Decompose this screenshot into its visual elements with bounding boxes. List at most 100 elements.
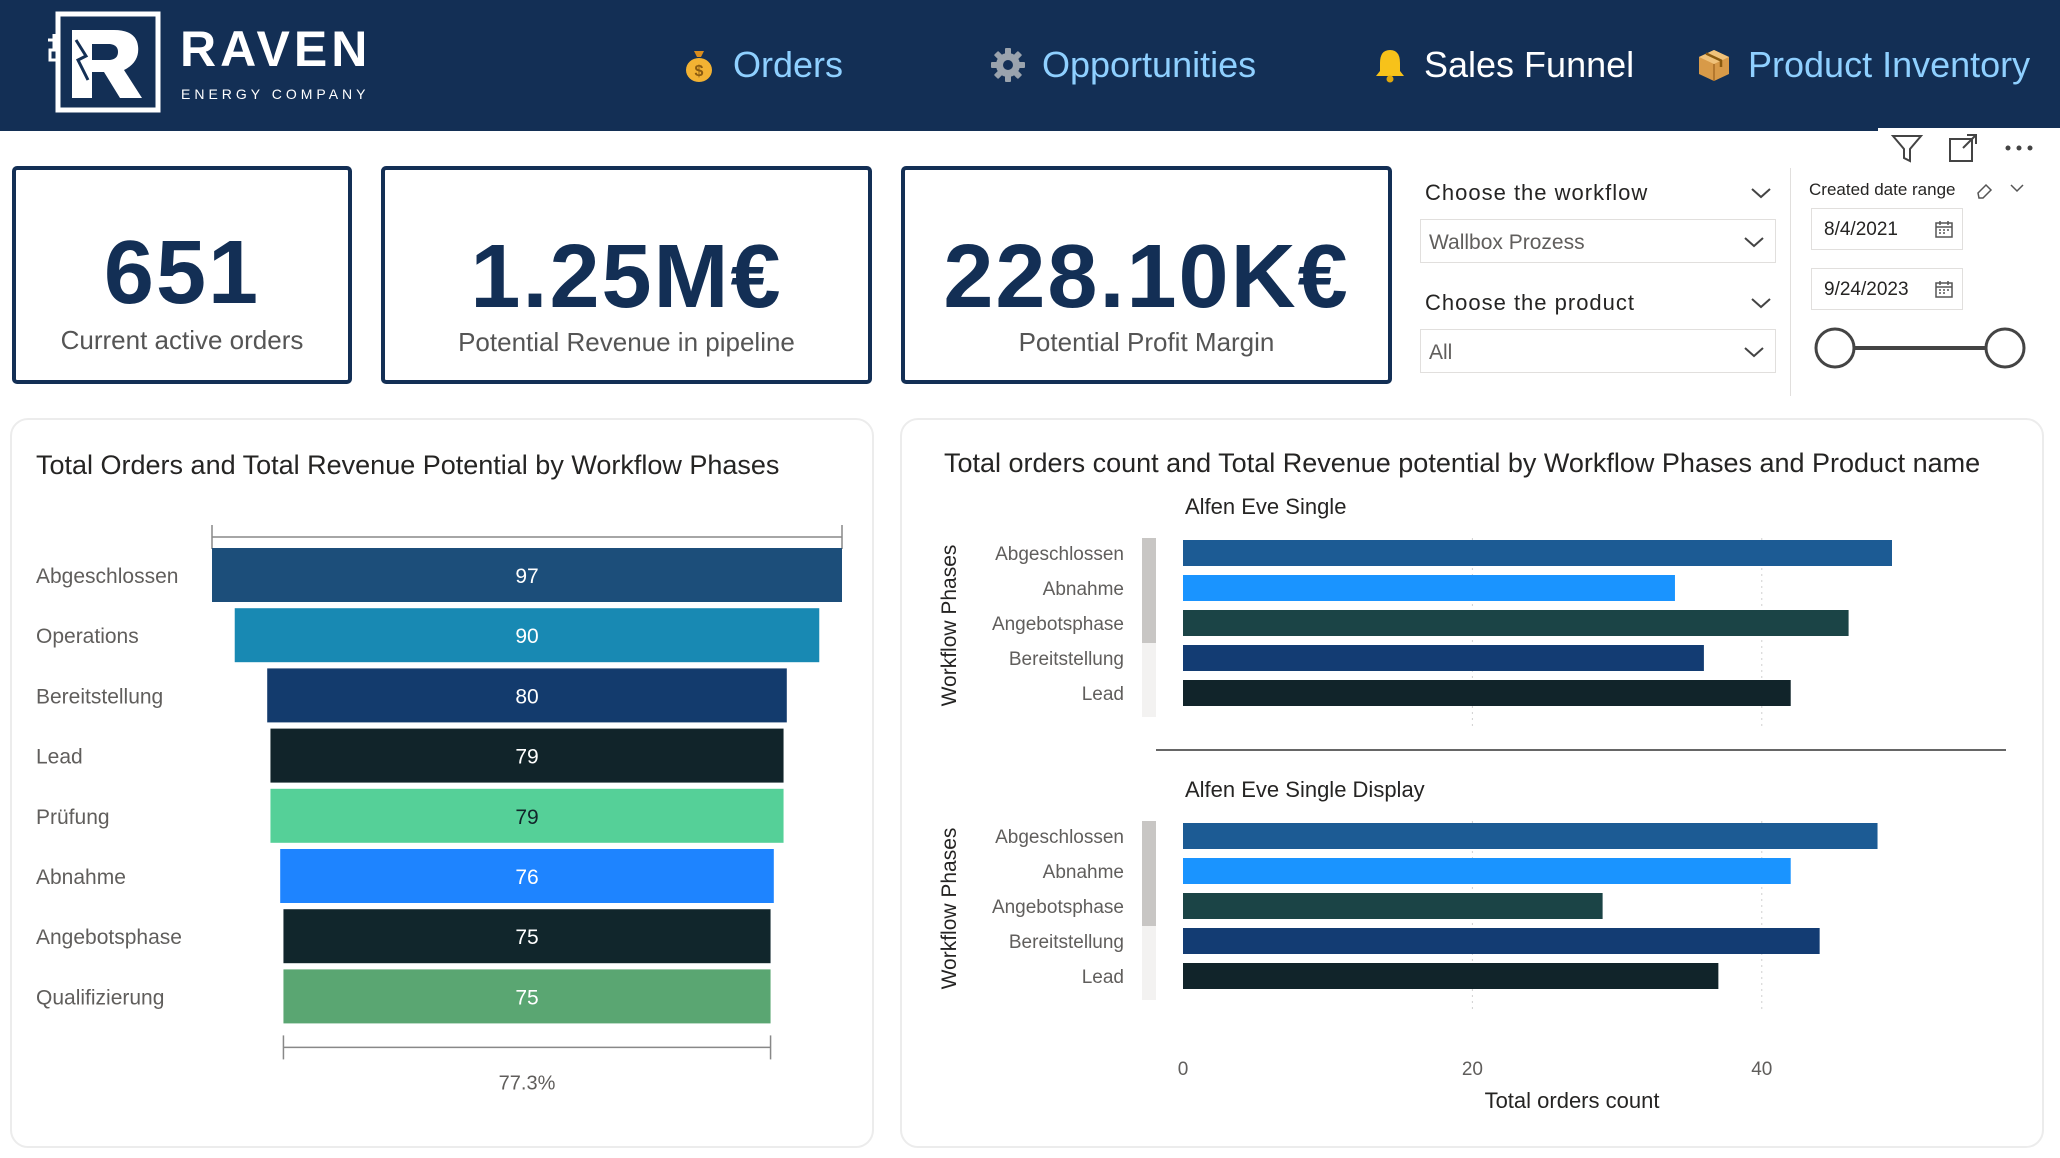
chevron-down-icon[interactable]	[1750, 186, 1772, 200]
bar	[1183, 540, 1892, 566]
y-category-label: Bereitstellung	[1009, 932, 1124, 953]
y-axis-title: Workflow Phases	[938, 545, 961, 707]
bar	[1183, 645, 1704, 671]
workflow-dropdown[interactable]: Wallbox Prozess	[1420, 219, 1776, 263]
nav-product-inventory[interactable]: Product Inventory	[1696, 38, 2030, 92]
filter-icon[interactable]	[1890, 131, 1924, 165]
slider-end-handle[interactable]	[1984, 327, 2026, 369]
funnel-bottom-percent: 77.3%	[499, 1072, 556, 1094]
nav-sales-funnel[interactable]: Sales Funnel	[1372, 38, 1634, 92]
bar-chart-title: Total orders count and Total Revenue pot…	[944, 448, 1981, 478]
funnel-bar-value: 76	[515, 866, 538, 889]
y-category-label: Angebotsphase	[992, 897, 1124, 918]
kpi-value: 228.10K€	[943, 227, 1350, 327]
x-tick-label: 20	[1462, 1059, 1483, 1080]
y-category-label: Abgeschlossen	[995, 544, 1124, 565]
funnel-category-label: Angebotsphase	[36, 926, 182, 949]
y-category-label: Bereitstellung	[1009, 649, 1124, 670]
chevron-down-icon	[1744, 237, 1764, 248]
bar	[1183, 858, 1791, 884]
more-options-icon[interactable]	[2002, 131, 2036, 165]
nav-product-inventory-label: Product Inventory	[1748, 44, 2031, 85]
kpi-card-potential-revenue: 1.25M€ Potential Revenue in pipeline	[381, 166, 872, 384]
scroll-thumb	[1142, 821, 1156, 926]
brand-name: RAVEN	[180, 21, 372, 77]
y-axis-title: Workflow Phases	[938, 828, 961, 990]
product-slicer-title: Choose the product	[1425, 290, 1636, 315]
nav-orders-label: Orders	[733, 44, 844, 85]
nav-orders[interactable]: $ Orders	[681, 38, 843, 92]
funnel-bar-value: 75	[515, 986, 538, 1009]
funnel-category-label: Lead	[36, 746, 83, 769]
product-dropdown[interactable]: All	[1420, 329, 1776, 373]
bell-icon	[1376, 50, 1404, 83]
funnel-chart: 100%97Abgeschlossen90Operations80Bereits…	[36, 525, 843, 1094]
start-date-value: 8/4/2021	[1824, 219, 1898, 240]
funnel-bar-value: 97	[515, 565, 538, 588]
bar	[1183, 963, 1719, 989]
funnel-category-label: Operations	[36, 625, 139, 648]
kpi-value: 1.25M€	[470, 227, 783, 327]
y-category-label: Lead	[1082, 684, 1124, 705]
chevron-down-icon	[1744, 347, 1764, 358]
chevron-down-icon[interactable]	[2009, 182, 2025, 194]
gear-icon	[991, 48, 1025, 82]
date-range-slicer: Created date range 8/4/2021 9/24/2023	[1790, 168, 2047, 396]
date-range-slider[interactable]	[1791, 318, 2047, 378]
y-category-label: Abnahme	[1043, 579, 1124, 600]
kpi-card-active-orders: 651 Current active orders	[12, 166, 352, 384]
slider-start-handle[interactable]	[1814, 327, 1856, 369]
x-tick-label: 0	[1178, 1059, 1189, 1080]
bar	[1183, 928, 1820, 954]
bar	[1183, 610, 1849, 636]
eraser-icon[interactable]	[1975, 180, 1995, 200]
chevron-down-icon[interactable]	[1750, 296, 1772, 310]
bar	[1183, 680, 1791, 706]
package-icon	[1699, 50, 1729, 81]
x-tick-label: 40	[1751, 1059, 1772, 1080]
x-axis-title: Total orders count	[1485, 1088, 1660, 1113]
top-banner: RAVEN ENERGY COMPANY $ Orders Opportunit…	[0, 0, 2060, 131]
calendar-icon[interactable]	[1934, 279, 1954, 299]
nav-opportunities[interactable]: Opportunities	[990, 38, 1256, 92]
money-bag-icon: $	[686, 51, 712, 82]
y-category-label: Abnahme	[1043, 862, 1124, 883]
end-date-value: 9/24/2023	[1824, 279, 1909, 300]
bar	[1183, 575, 1675, 601]
scroll-thumb	[1142, 538, 1156, 643]
start-date-input[interactable]: 8/4/2021	[1811, 208, 1963, 250]
visual-header-toolbar	[1878, 128, 2060, 168]
funnel-chart-panel: Total Orders and Total Revenue Potential…	[10, 418, 874, 1148]
funnel-bar-value: 75	[515, 926, 538, 949]
end-date-input[interactable]: 9/24/2023	[1811, 268, 1963, 310]
svg-text:$: $	[695, 63, 704, 80]
workflow-slicer-title: Choose the workflow	[1425, 180, 1649, 205]
funnel-bar-value: 90	[515, 625, 538, 648]
kpi-value: 651	[103, 223, 261, 323]
kpi-card-profit-margin: 228.10K€ Potential Profit Margin	[901, 166, 1392, 384]
bar-chart-panel: Total orders count and Total Revenue pot…	[900, 418, 2044, 1148]
funnel-bar-value: 79	[515, 806, 538, 829]
bar	[1183, 893, 1603, 919]
calendar-icon[interactable]	[1934, 219, 1954, 239]
funnel-bar-value: 80	[515, 685, 538, 708]
funnel-category-label: Bereitstellung	[36, 685, 163, 708]
funnel-category-label: Qualifizierung	[36, 986, 164, 1009]
focus-mode-icon[interactable]	[1946, 131, 1980, 165]
kpi-label: Potential Revenue in pipeline	[458, 327, 795, 357]
kpi-label: Current active orders	[60, 325, 304, 355]
bar	[1183, 823, 1878, 849]
nav-opportunities-label: Opportunities	[1042, 44, 1257, 85]
date-range-title: Created date range	[1809, 180, 1956, 199]
y-category-label: Abgeschlossen	[995, 827, 1124, 848]
brand-subtitle: ENERGY COMPANY	[181, 86, 370, 102]
funnel-category-label: Prüfung	[36, 806, 110, 829]
nav-sales-funnel-label: Sales Funnel	[1424, 44, 1635, 85]
small-multiple-title: Alfen Eve Single Display	[1185, 777, 1425, 802]
kpi-label: Potential Profit Margin	[1018, 327, 1275, 357]
funnel-category-label: Abgeschlossen	[36, 565, 178, 588]
funnel-bar-value: 79	[515, 746, 538, 769]
product-selected-value: All	[1429, 341, 1453, 364]
funnel-category-label: Abnahme	[36, 866, 126, 889]
y-category-label: Angebotsphase	[992, 614, 1124, 635]
